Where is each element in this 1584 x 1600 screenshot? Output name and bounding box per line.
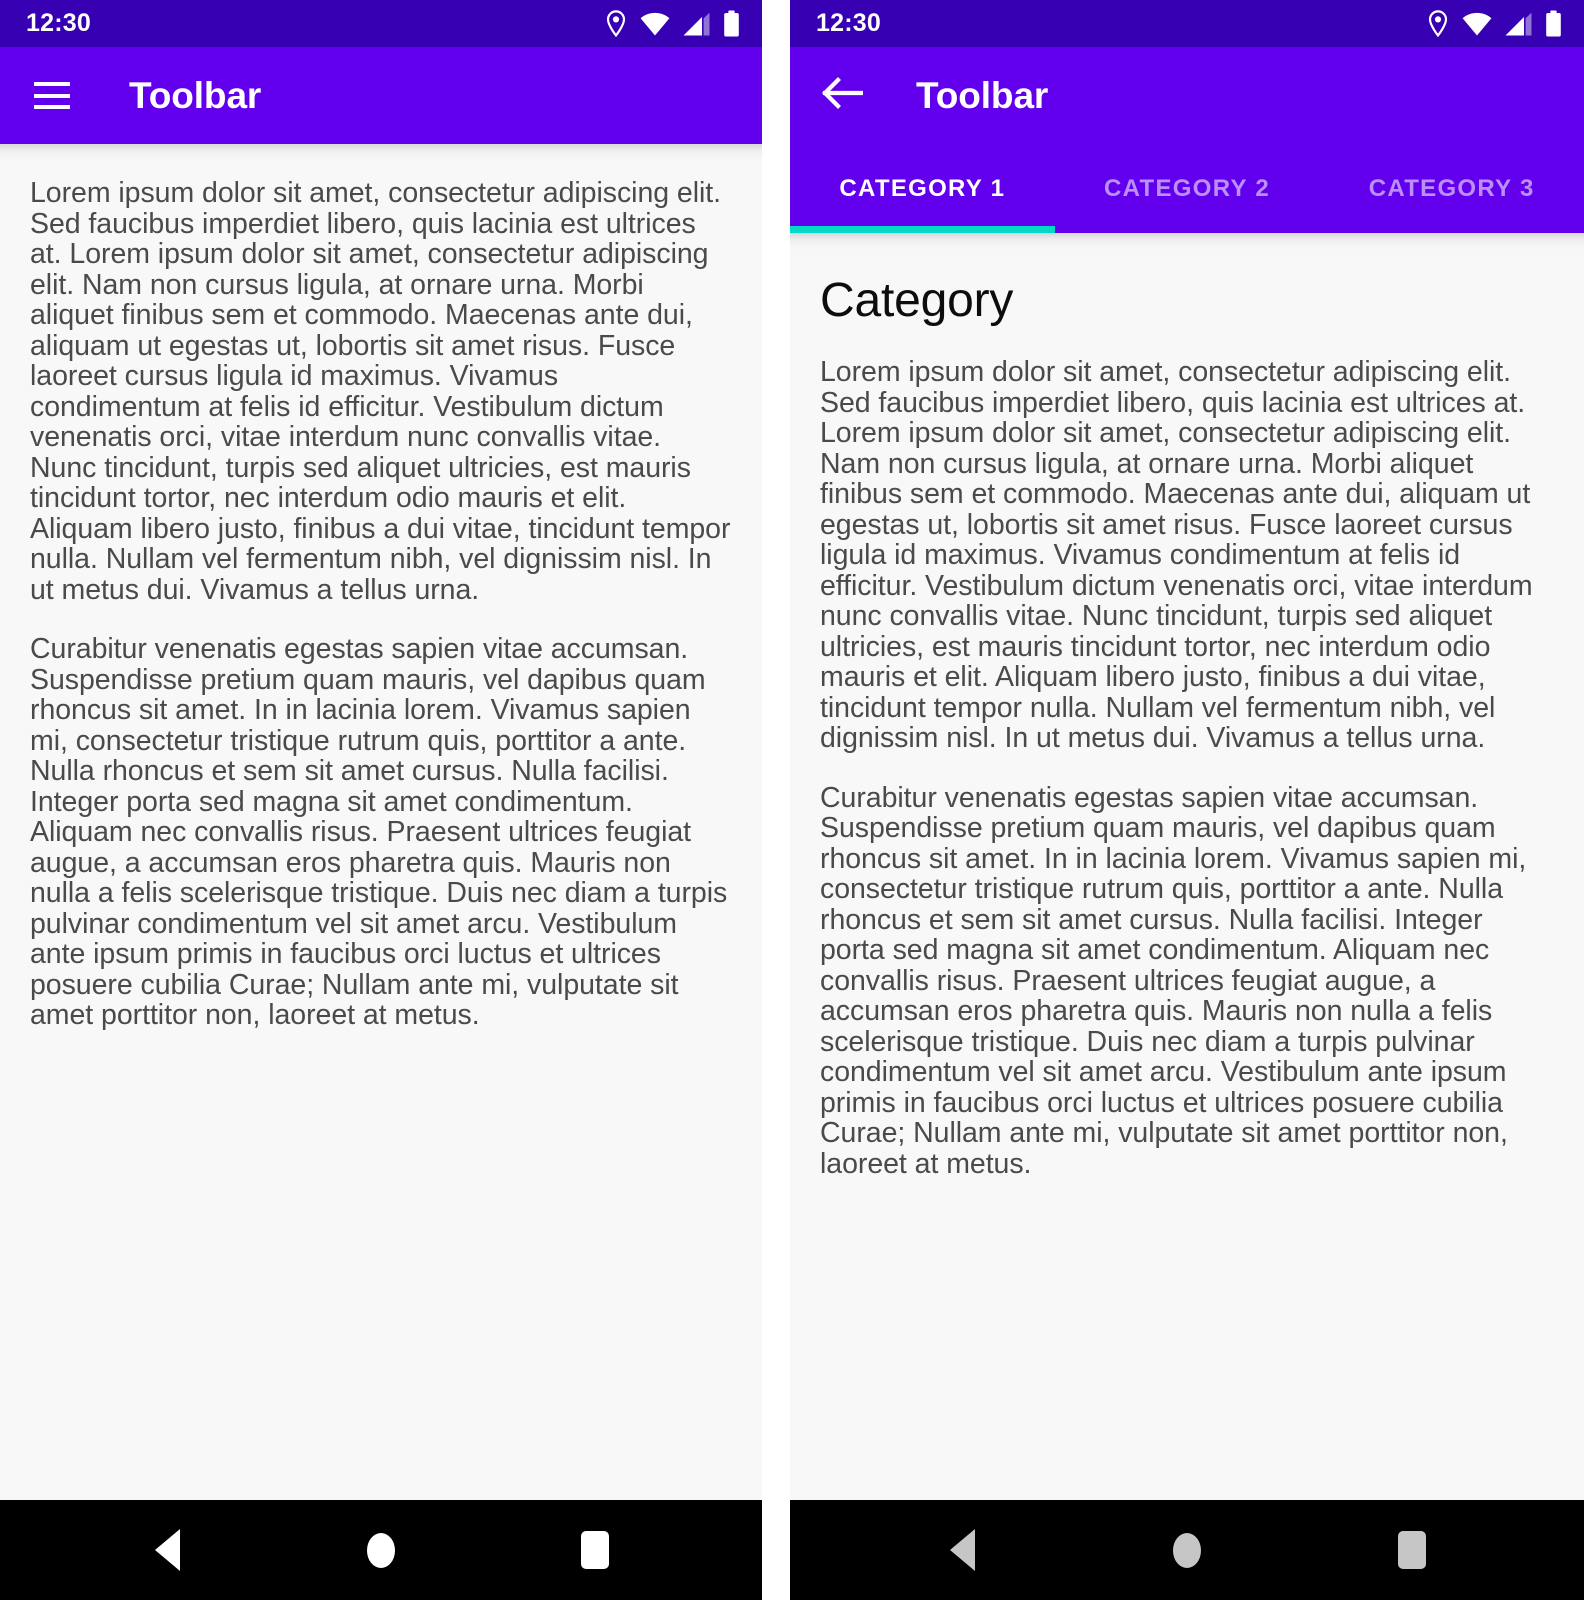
- tab-label: CATEGORY 1: [839, 174, 1006, 202]
- toolbar-left: Toolbar: [0, 47, 762, 144]
- location-pin-icon: [605, 10, 627, 37]
- body-paragraph: Curabitur venenatis egestas sapien vitae…: [820, 781, 1527, 1180]
- wifi-icon: [640, 12, 670, 36]
- cellular-signal-icon: [683, 12, 710, 36]
- status-bar-right: 12:30: [790, 0, 1584, 47]
- page-title: Category: [820, 274, 1014, 327]
- right-phone-screen: 12:30 Toolbar CATEGORY 1 CATEGORY 2 CATE…: [790, 0, 1584, 1600]
- toolbar-right: Toolbar: [790, 47, 1584, 144]
- content-area-left: Lorem ipsum dolor sit amet, consectetur …: [0, 144, 762, 1500]
- status-bar-left: 12:30: [0, 0, 762, 47]
- cellular-signal-icon: [1505, 12, 1532, 36]
- status-bar-time: 12:30: [26, 9, 91, 37]
- body-paragraph: Lorem ipsum dolor sit amet, consectetur …: [30, 177, 731, 606]
- status-bar-time: 12:30: [816, 9, 881, 37]
- back-arrow-icon: [821, 76, 864, 115]
- toolbar-title-left: Toolbar: [129, 75, 262, 116]
- location-pin-icon: [1427, 10, 1449, 37]
- recents-square-icon: [581, 1531, 609, 1569]
- nav-home-button[interactable]: [326, 1500, 436, 1600]
- content-area-right: Category Lorem ipsum dolor sit amet, con…: [790, 233, 1584, 1500]
- tab-label: CATEGORY 2: [1104, 174, 1270, 202]
- body-paragraph: Curabitur venenatis egestas sapien vitae…: [30, 633, 728, 1031]
- tab-category-2[interactable]: CATEGORY 2: [1055, 144, 1320, 233]
- nav-back-button[interactable]: [112, 1500, 222, 1600]
- back-navigation-button[interactable]: [816, 70, 868, 122]
- back-triangle-icon: [949, 1529, 975, 1571]
- recents-square-icon: [1397, 1531, 1426, 1569]
- toolbar-title-right: Toolbar: [916, 75, 1049, 116]
- nav-recents-button[interactable]: [1357, 1500, 1467, 1600]
- tab-active-indicator: [790, 226, 1055, 233]
- hamburger-menu-icon: [34, 82, 70, 109]
- tab-category-3[interactable]: CATEGORY 3: [1319, 144, 1584, 233]
- left-phone-screen: 12:30 Toolbar Lorem ipsum dolor sit amet…: [0, 0, 762, 1600]
- nav-home-button[interactable]: [1132, 1500, 1242, 1600]
- nav-back-button[interactable]: [907, 1500, 1017, 1600]
- nav-recents-button[interactable]: [540, 1500, 650, 1600]
- battery-icon: [723, 10, 740, 37]
- back-triangle-icon: [154, 1529, 180, 1571]
- home-circle-icon: [367, 1532, 395, 1568]
- home-circle-icon: [1172, 1532, 1201, 1568]
- battery-icon: [1545, 10, 1562, 37]
- screen-divider-gap: [762, 0, 790, 1600]
- status-bar-icons: [1427, 10, 1562, 37]
- hamburger-menu-button[interactable]: [26, 70, 78, 122]
- android-nav-bar-left: [0, 1500, 762, 1600]
- status-bar-icons: [605, 10, 740, 37]
- dual-screenshot-container: 12:30 Toolbar Lorem ipsum dolor sit amet…: [0, 0, 1584, 1600]
- tab-bar: CATEGORY 1 CATEGORY 2 CATEGORY 3: [790, 144, 1584, 233]
- body-paragraph: Lorem ipsum dolor sit amet, consectetur …: [820, 356, 1533, 754]
- android-nav-bar-right: [790, 1500, 1584, 1600]
- wifi-icon: [1462, 12, 1492, 36]
- tab-category-1[interactable]: CATEGORY 1: [790, 144, 1055, 233]
- tab-label: CATEGORY 3: [1368, 174, 1535, 202]
